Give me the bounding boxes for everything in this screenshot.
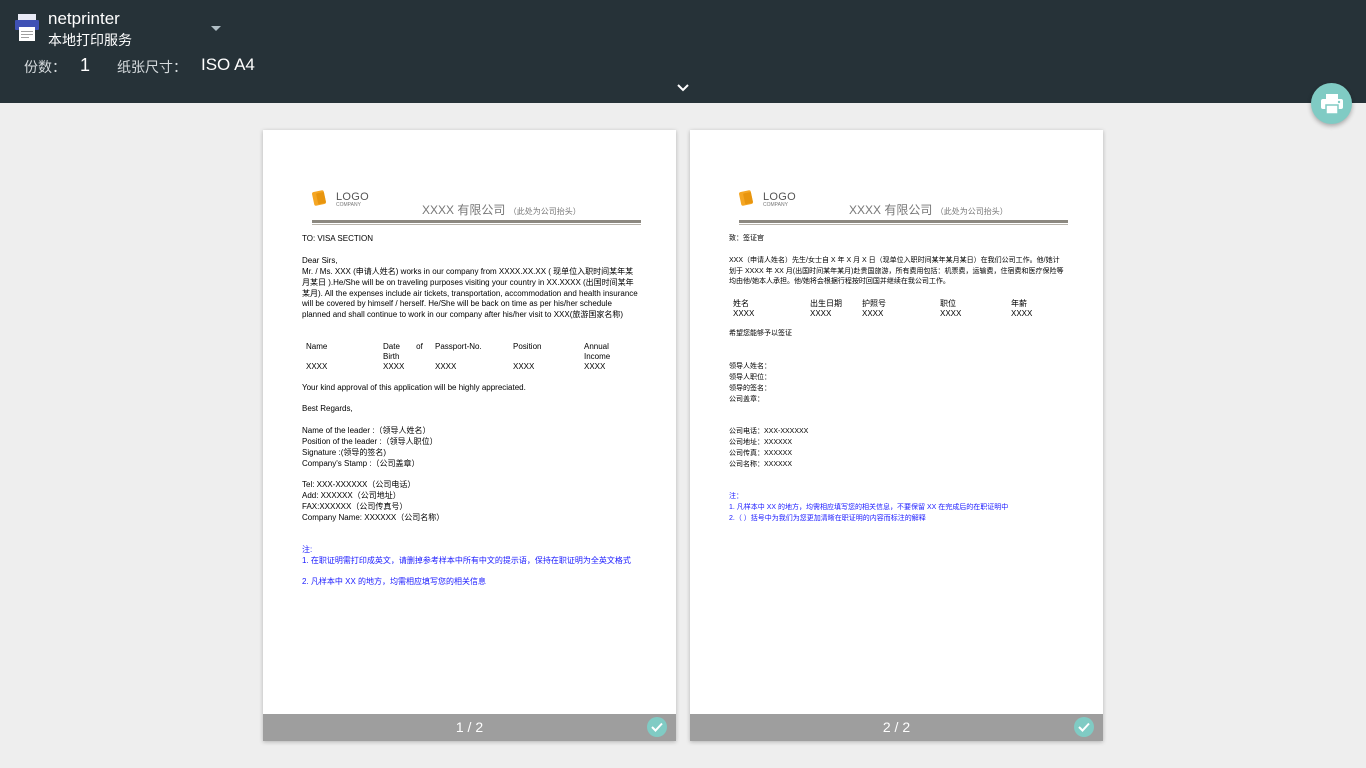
letter-paragraph: XXX（申请人姓名）先生/女士自 X 年 X 月 X 日（现单位入职时间某年某月… <box>729 257 1064 285</box>
leader-position-line: Position of the leader :（领导人职位） <box>302 437 438 446</box>
page-number: 1 / 2 <box>455 719 484 735</box>
signature-line: Signature :(领导的签名) <box>302 448 387 457</box>
check-icon[interactable] <box>647 717 667 737</box>
table-cell: XXXX <box>940 309 962 318</box>
table-cell: XXXX <box>383 362 405 371</box>
header-divider-thin <box>739 224 1068 225</box>
page-number: 2 / 2 <box>882 719 911 735</box>
letter-paragraph: Mr. / Ms. XXX (申请人姓名) works in our compa… <box>302 267 638 320</box>
table-header: Passport-No. <box>435 342 482 351</box>
printer-name[interactable]: netprinter <box>48 9 120 29</box>
approval-line: Your kind approval of this application w… <box>302 383 526 392</box>
note-item: 1. 凡样本中 XX 的地方，均需相应填写您的相关信息，不要保留 XX 在完成后… <box>729 504 1009 511</box>
regards-line: Best Regards, <box>302 404 353 413</box>
address-line: Add: XXXXXX（公司地址） <box>302 491 401 500</box>
recipient-line: TO: VISA SECTION <box>302 234 373 243</box>
note-item: 2.（ ）括号中为我们为您更加清晰在职证明的内容而标注的解释 <box>729 515 926 522</box>
printer-icon[interactable] <box>15 14 39 42</box>
page-footer: 1 / 2 <box>263 714 676 741</box>
stamp-line: Company's Stamp :（公司盖章） <box>302 459 420 468</box>
signature-line: 领导的签名： <box>729 385 771 392</box>
table-header: Annual Income <box>584 342 611 361</box>
print-icon <box>1320 93 1343 114</box>
fax-line: FAX:XXXXXX（公司传真号） <box>302 502 408 511</box>
table-header: 职位 <box>940 299 956 308</box>
company-name-line: Company Name: XXXXXX（公司名称） <box>302 513 445 522</box>
table-header: 姓名 <box>733 299 749 308</box>
company-name: XXXX 有限公司 <box>849 203 933 217</box>
company-name: XXXX 有限公司 <box>422 203 506 217</box>
leader-name-line: Name of the leader :（领导人姓名） <box>302 426 431 435</box>
stamp-line: 公司盖章： <box>729 396 764 403</box>
check-icon[interactable] <box>1074 717 1094 737</box>
address-line: 公司地址：XXXXXX <box>729 439 793 446</box>
table-cell: XXXX <box>1011 309 1033 318</box>
company-note: （此处为公司抬头） <box>935 207 1008 216</box>
tel-line: Tel: XXX-XXXXXX（公司电话） <box>302 480 416 489</box>
page-footer: 2 / 2 <box>690 714 1103 741</box>
company-note: （此处为公司抬头） <box>508 207 581 216</box>
preview-page-2[interactable]: LOGO COMPANY XXXX 有限公司 （此处为公司抬头） 致：签证官 X… <box>690 130 1103 741</box>
expand-options-chevron-icon[interactable] <box>675 79 691 92</box>
tel-line: 公司电话：XXX-XXXXXX <box>729 428 809 435</box>
table-cell: XXXX <box>435 362 457 371</box>
header-divider <box>312 220 641 223</box>
company-name-line: 公司名称：XXXXXX <box>729 461 793 468</box>
paper-size-label: 纸张尺寸： <box>117 60 187 76</box>
preview-page-1[interactable]: LOGO COMPANY XXXX 有限公司 （此处为公司抬头） TO: VIS… <box>263 130 676 741</box>
header-divider <box>739 220 1068 223</box>
company-title: XXXX 有限公司 （此处为公司抬头） <box>422 201 581 218</box>
copies-input[interactable]: 1 <box>80 55 90 76</box>
note-item: 1. 在职证明需打印成英文，请删掉参考样本中所有中文的提示语，保持在职证明为全英… <box>302 556 631 565</box>
note-heading: 注: <box>302 545 313 554</box>
table-cell: XXXX <box>733 309 755 318</box>
print-settings-bar: netprinter 本地打印服务 份数： 1 纸张尺寸： ISO A4 <box>0 0 1366 103</box>
table-cell: XXXX <box>306 362 328 371</box>
header-divider-thin <box>312 224 641 225</box>
table-cell: XXXX <box>810 309 832 318</box>
note-item: 2. 凡样本中 XX 的地方，均需相应填写您的相关信息 <box>302 577 487 586</box>
table-header: Position <box>513 342 542 351</box>
logo-icon <box>739 190 754 206</box>
note-heading: 注： <box>729 493 743 500</box>
table-header: 出生日期 <box>810 299 842 308</box>
table-cell: XXXX <box>584 362 606 371</box>
copies-label: 份数： <box>24 60 66 76</box>
table-header: 护照号 <box>862 299 886 308</box>
table-cell: XXXX <box>862 309 884 318</box>
chevron-down-icon[interactable] <box>208 20 224 32</box>
recipient-line: 致：签证官 <box>729 235 764 242</box>
leader-name-line: 领导人姓名： <box>729 363 771 370</box>
company-title: XXXX 有限公司 （此处为公司抬头） <box>849 201 1008 218</box>
leader-position-line: 领导人职位： <box>729 374 771 381</box>
table-header: Date of Birth <box>383 342 423 361</box>
fax-line: 公司传真：XXXXXX <box>729 450 793 457</box>
printer-service[interactable]: 本地打印服务 <box>48 30 132 50</box>
logo-icon <box>312 190 327 206</box>
print-button[interactable] <box>1311 83 1352 124</box>
table-cell: XXXX <box>513 362 535 371</box>
salutation: Dear Sirs, <box>302 256 338 265</box>
paper-size-select[interactable]: ISO A4 <box>201 55 255 75</box>
logo-subtext: COMPANY <box>336 202 361 208</box>
table-header: Name <box>306 342 328 351</box>
logo-subtext: COMPANY <box>763 202 788 208</box>
request-line: 希望您能够予以签证 <box>729 330 792 337</box>
table-header: 年薪 <box>1011 299 1027 308</box>
